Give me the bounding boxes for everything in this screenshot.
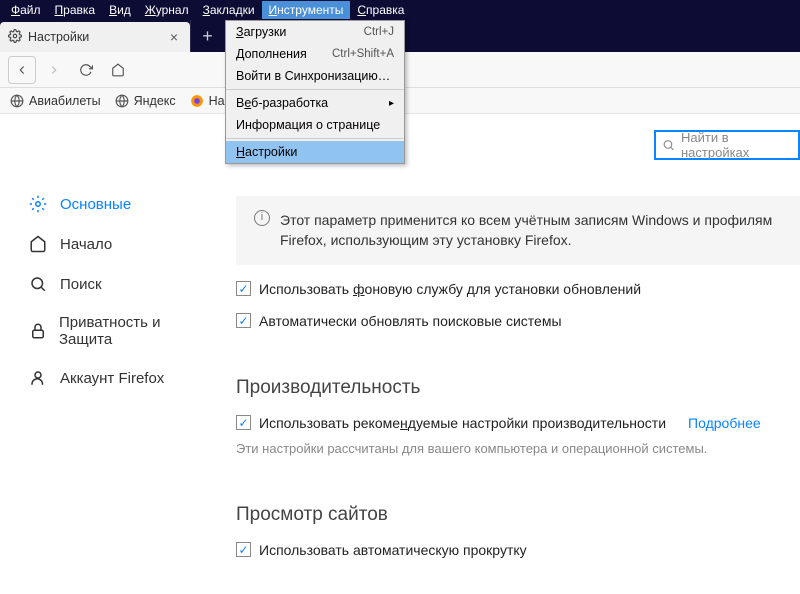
menu-tools[interactable]: Инструменты [262,1,351,19]
lock-icon [28,321,47,341]
globe-icon [10,94,24,108]
settings-sidebar: Основные Начало Поиск Приватность и Защи… [0,114,210,594]
dd-sync[interactable]: Войти в Синхронизацию… [226,65,404,87]
menu-history[interactable]: Журнал [138,1,196,19]
dd-pageinfo[interactable]: Информация о странице [226,114,404,136]
dd-settings[interactable]: Настройки [226,141,404,163]
check-autoscroll[interactable]: ✓ Использовать автоматическую прокрутку [236,542,800,558]
menubar: Файл Правка Вид Журнал Закладки Инструме… [0,0,800,20]
info-banner: i Этот параметр применится ко всем учётн… [236,196,800,265]
menu-bookmarks[interactable]: Закладки [196,1,262,19]
settings-main: i Этот параметр применится ко всем учётн… [210,114,800,594]
home-icon [28,234,48,254]
globe-icon [115,94,129,108]
chevron-right-icon: ▸ [389,98,394,109]
bookmark-yandex[interactable]: Яндекс [115,94,176,108]
menu-edit[interactable]: Правка [48,1,103,19]
info-icon: i [254,210,270,226]
back-button[interactable] [8,56,36,84]
learn-more-link[interactable]: Подробнее [688,415,761,431]
section-performance: Производительность [236,377,800,399]
close-icon[interactable]: × [166,29,182,45]
sidebar-item-privacy[interactable]: Приватность и Защита [28,304,210,358]
separator [226,138,404,139]
account-icon [28,368,48,388]
menu-view[interactable]: Вид [102,1,138,19]
sidebar-item-home[interactable]: Начало [28,224,210,264]
home-button[interactable] [104,56,132,84]
forward-button[interactable] [40,56,68,84]
content-area: Основные Начало Поиск Приватность и Защи… [0,114,800,594]
section-browsing: Просмотр сайтов [236,504,800,526]
checkbox-icon[interactable]: ✓ [236,281,251,296]
menu-file[interactable]: Файл [4,1,48,19]
perf-hint: Эти настройки рассчитаны для вашего комп… [236,441,800,456]
search-icon [28,274,48,294]
firefox-icon [190,94,204,108]
separator [226,89,404,90]
menu-help[interactable]: Справка [350,1,411,19]
checkbox-icon[interactable]: ✓ [236,415,251,430]
new-tab-button[interactable]: + [190,20,224,52]
dd-webdev[interactable]: Веб-разработка▸ [226,92,404,114]
dd-downloads[interactable]: ЗагрузкиCtrl+J [226,21,404,43]
sidebar-item-account[interactable]: Аккаунт Firefox [28,358,210,398]
bookmark-aviabilety[interactable]: Авиабилеты [10,94,101,108]
gear-icon [8,29,22,46]
search-placeholder: Найти в настройках [681,130,792,160]
checkbox-icon[interactable]: ✓ [236,542,251,557]
check-perf-rec[interactable]: ✓ Использовать рекомендуемые настройки п… [236,415,800,431]
tools-dropdown: ЗагрузкиCtrl+J ДополненияCtrl+Shift+A Во… [225,20,405,164]
sidebar-item-general[interactable]: Основные [28,184,210,224]
checkbox-icon[interactable]: ✓ [236,313,251,328]
check-auto-search[interactable]: ✓ Автоматически обновлять поисковые сист… [236,313,800,329]
sidebar-item-search[interactable]: Поиск [28,264,210,304]
settings-search[interactable]: Найти в настройках [654,130,800,160]
tab-settings[interactable]: Настройки × [0,22,190,52]
check-bg-service[interactable]: ✓ Использовать фоновую службу для устано… [236,281,800,297]
dd-addons[interactable]: ДополненияCtrl+Shift+A [226,43,404,65]
tab-title: Настройки [28,30,89,44]
gear-icon [28,194,48,214]
search-icon [662,138,675,152]
reload-button[interactable] [72,56,100,84]
